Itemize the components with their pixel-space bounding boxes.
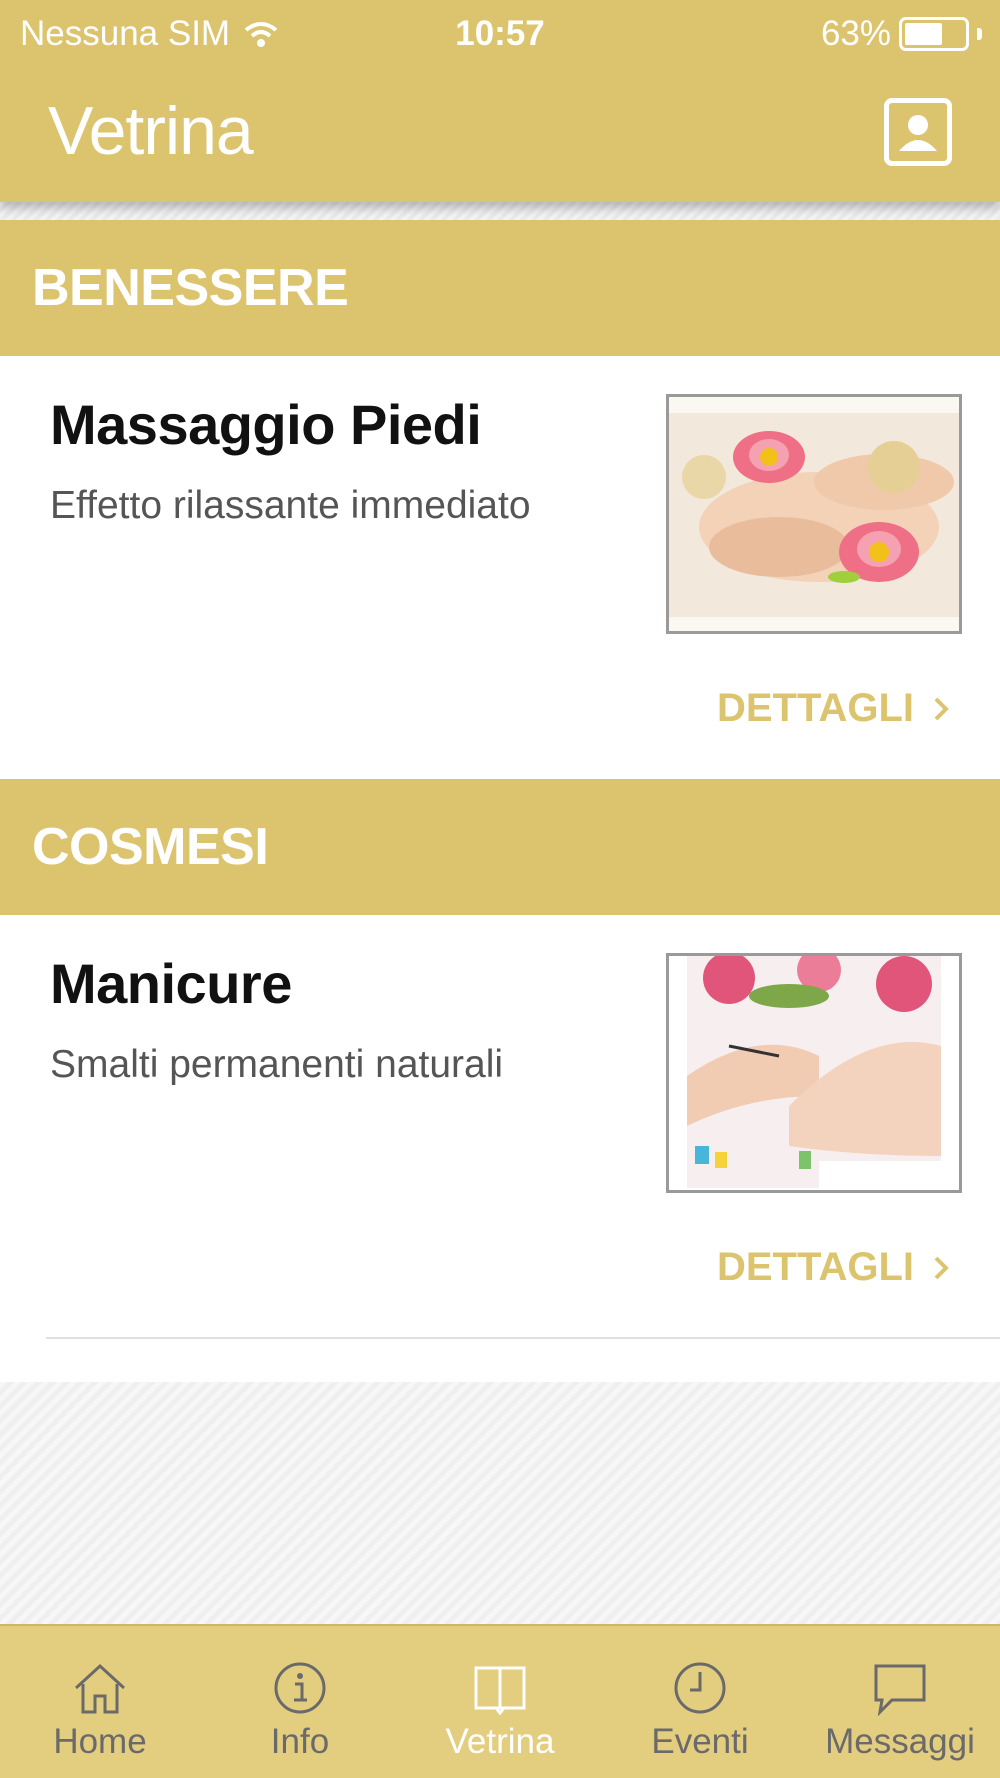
section-header-benessere: BENESSERE [0,220,1000,356]
section-header-cosmesi: COSMESI [0,779,1000,915]
clock-icon [674,1662,726,1714]
battery-group: 63% [821,14,982,54]
profile-icon [899,115,937,151]
tab-label: Vetrina [445,1722,555,1761]
status-bar: Nessuna SIM 10:57 63% [0,0,1000,70]
item-subtitle: Smalti permanenti naturali [50,1043,504,1086]
details-label: DETTAGLI [716,1245,914,1289]
tab-bar: Home Info Vetrina Eventi Messaggi [0,1624,1000,1778]
battery-tip [977,28,982,40]
page-title: Vetrina [48,93,254,169]
battery-fill [905,23,942,45]
chevron-right-icon [934,1256,949,1279]
home-icon [74,1663,126,1714]
tab-vetrina[interactable]: Vetrina [400,1626,600,1778]
empty-area-pattern [0,1382,1000,1624]
foot-massage-image [669,397,959,631]
tab-label: Messaggi [825,1722,975,1761]
tab-label: Info [270,1722,330,1761]
content-gap [0,202,1000,220]
battery-icon [899,17,969,51]
section-header-label: BENESSERE [32,259,349,317]
manicure-image [669,956,959,1190]
section-header-label: COSMESI [32,818,269,876]
tab-home[interactable]: Home [0,1626,200,1778]
list-divider [46,1337,1000,1339]
item-thumbnail[interactable] [666,953,962,1193]
tab-label: Home [53,1722,147,1761]
item-title: Massaggio Piedi [50,393,482,456]
tab-messaggi[interactable]: Messaggi [800,1626,1000,1778]
profile-button[interactable] [884,98,952,166]
chat-icon [874,1664,926,1716]
tab-label: Eventi [651,1722,749,1761]
book-icon [474,1666,526,1716]
details-label: DETTAGLI [716,686,914,730]
details-button[interactable]: DETTAGLI [717,686,950,731]
list-item-manicure[interactable]: Manicure Smalti permanenti naturali DETT… [0,915,1000,1338]
top-bar: Nessuna SIM 10:57 63% Vetrina [0,0,1000,202]
item-subtitle: Effetto rilassante immediato [50,484,531,527]
info-icon [274,1662,326,1714]
tab-info[interactable]: Info [200,1626,400,1778]
tab-eventi[interactable]: Eventi [600,1626,800,1778]
list-item-massaggio-piedi[interactable]: Massaggio Piedi Effetto rilassante immed… [0,356,1000,779]
chevron-right-icon [934,697,949,720]
item-title: Manicure [50,952,292,1015]
battery-percent: 63% [820,14,891,53]
details-button[interactable]: DETTAGLI [717,1245,950,1290]
item-thumbnail[interactable] [666,394,962,634]
